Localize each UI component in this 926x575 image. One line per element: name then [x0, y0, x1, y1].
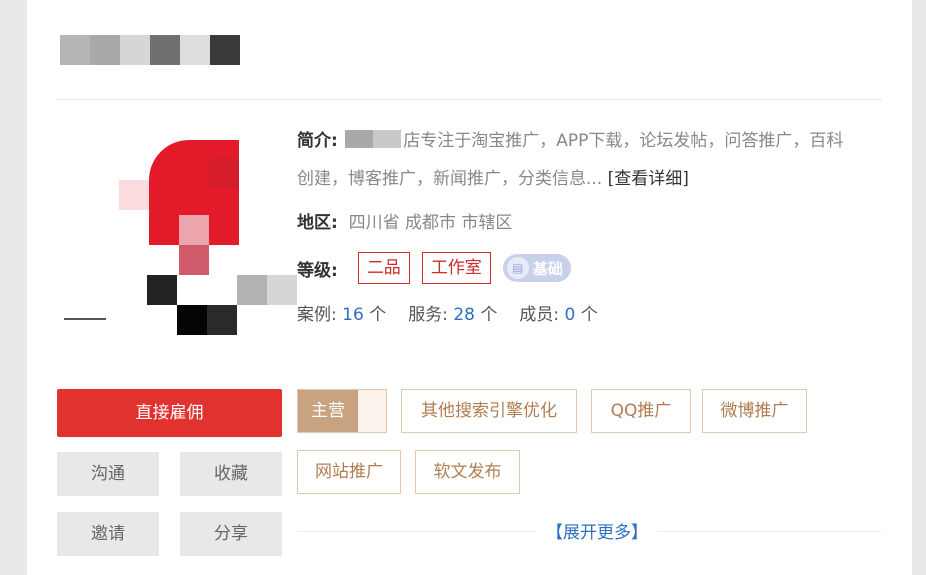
chat-button[interactable]: 沟通	[57, 452, 159, 496]
base-level-badge: ▤ 基础	[502, 254, 571, 282]
shop-avatar	[59, 140, 297, 340]
service-tag[interactable]: 其他搜索引擎优化	[401, 389, 577, 433]
shop-name-redacted	[60, 35, 240, 65]
stat-cases-unit: 个	[369, 305, 387, 325]
stat-services-value[interactable]: 28	[453, 305, 475, 325]
stat-cases: 案例: 16 个	[297, 300, 386, 325]
intro-more-link[interactable]: [查看详细]	[608, 169, 689, 189]
stat-members: 成员: 0 个	[519, 300, 597, 325]
header-divider	[57, 99, 882, 100]
invite-button[interactable]: 邀请	[57, 512, 159, 556]
hire-button[interactable]: 直接雇佣	[57, 389, 282, 437]
region-row: 地区: 四川省 成都市 市辖区	[297, 208, 512, 233]
stat-services: 服务: 28 个	[408, 300, 497, 325]
main-business-tag: 主营	[297, 389, 387, 433]
stat-members-unit: 个	[580, 305, 598, 325]
region-value: 四川省 成都市 市辖区	[348, 213, 513, 233]
service-tag[interactable]: QQ推广	[591, 389, 691, 433]
intro-label: 简介:	[297, 131, 338, 151]
service-tag[interactable]: 软文发布	[415, 450, 520, 494]
service-tag[interactable]: 微博推广	[702, 389, 807, 433]
stat-cases-value[interactable]: 16	[342, 305, 364, 325]
shop-badge-icon: ▤	[506, 257, 529, 279]
grade-row: 等级: 二品 工作室 ▤ 基础	[297, 252, 571, 284]
favorite-button[interactable]: 收藏	[180, 452, 282, 496]
grade-tag: 二品	[357, 252, 410, 284]
stat-services-label: 服务:	[408, 305, 448, 325]
expand-more-link[interactable]: 【展开更多】	[537, 518, 657, 543]
stat-members-label: 成员:	[519, 305, 560, 325]
shop-card: 简介: 店专注于淘宝推广，APP下载，论坛发帖，问答推广，百科创建，博客推广，新…	[27, 0, 912, 575]
region-label: 地区:	[297, 213, 338, 233]
stat-services-unit: 个	[480, 305, 498, 325]
intro-redacted-text	[345, 130, 402, 148]
intro-row: 简介: 店专注于淘宝推广，APP下载，论坛发帖，问答推广，百科创建，博客推广，新…	[297, 122, 857, 198]
stat-cases-label: 案例:	[297, 305, 337, 325]
share-button[interactable]: 分享	[180, 512, 282, 556]
stat-members-value[interactable]: 0	[565, 305, 576, 325]
main-business-label: 主营	[298, 390, 358, 432]
service-tag[interactable]: 网站推广	[297, 450, 401, 494]
stats-row: 案例: 16 个 服务: 28 个 成员: 0 个	[297, 300, 598, 325]
grade-tag: 工作室	[421, 252, 491, 284]
grade-label: 等级:	[297, 260, 338, 281]
base-badge-label: 基础	[532, 259, 563, 278]
